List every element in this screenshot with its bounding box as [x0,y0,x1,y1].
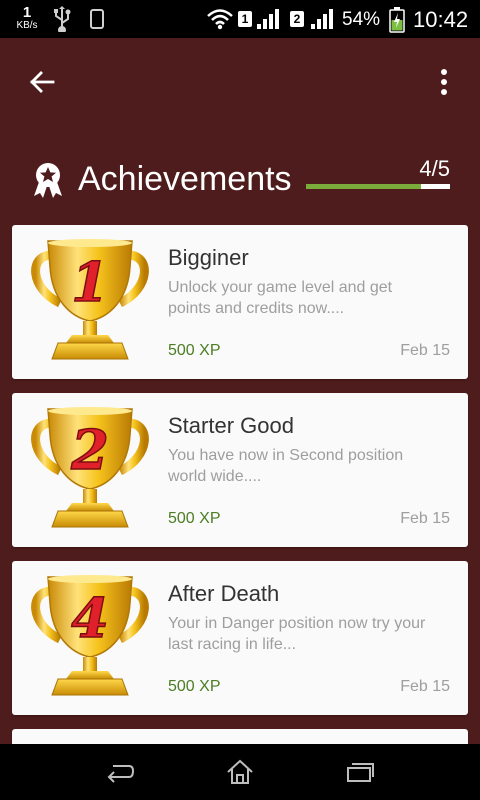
achievement-description: You have now in Second position world wi… [168,447,404,485]
achievement-date: Feb 15 [400,678,450,695]
recents-icon [347,763,374,782]
wifi-icon [207,9,233,30]
nav-back-icon [107,765,135,783]
overflow-menu-button[interactable] [426,62,462,102]
achievement-progress-bar [306,184,450,189]
nav-recents-button[interactable] [340,756,380,788]
achievement-card[interactable]: 1 Bigginer Unlock your game level and ge… [12,225,468,379]
award-ribbon-icon [34,163,62,198]
progress-count: 4/5 [419,156,450,181]
trophy-icon: 2 [31,407,149,528]
nav-back-button[interactable] [100,756,140,788]
achievement-title: After Death [168,581,280,606]
back-button[interactable] [22,62,62,102]
trophy-number: 4 [71,586,109,650]
network-speed-unit: KB/s [16,20,38,31]
page-title: Achievements [78,160,292,198]
home-icon [227,759,253,784]
achievement-title: Starter Good [168,413,294,438]
achievements-header: Achievements 4/5 [0,150,480,210]
signal-icon [257,9,279,29]
achievement-date: Feb 15 [400,510,450,527]
achievement-xp: 500 XP [168,510,221,527]
phone-icon [90,9,104,29]
nav-home-button[interactable] [220,756,260,788]
network-speed: 1 KB/s [12,5,42,31]
trophy-icon: 4 [31,575,149,696]
battery-percent: 54% [342,9,381,30]
battery-charging-icon [389,7,405,33]
status-bar: 1 KB/s 1 2 54% 10:42 [0,0,480,38]
trophy-number: 1 [71,250,109,314]
usb-icon [54,6,71,32]
system-nav-bar [0,744,480,800]
achievement-xp: 500 XP [168,678,221,695]
achievement-card[interactable]: 4 After Death Your in Danger position no… [12,561,468,715]
sim1-badge: 1 [238,11,252,27]
trophy-icon: 1 [31,239,149,360]
network-speed-value: 1 [22,4,32,21]
achievement-card[interactable]: 2 Starter Good You have now in Second po… [12,393,468,547]
arrow-back-icon [30,71,55,93]
achievement-description: Your in Danger position now try your las… [168,615,426,653]
trophy-number: 2 [70,418,109,482]
achievement-progress-fill [306,184,422,189]
achievement-title: Bigginer [168,245,249,270]
achievement-xp: 500 XP [168,342,221,359]
more-vert-icon [441,69,447,95]
app-bar [0,38,480,122]
signal-icon-2 [311,9,333,29]
clock: 10:42 [413,7,469,32]
sim2-badge: 2 [290,11,304,27]
achievement-date: Feb 15 [400,342,450,359]
achievement-description: Unlock your game level and get points an… [168,279,393,317]
